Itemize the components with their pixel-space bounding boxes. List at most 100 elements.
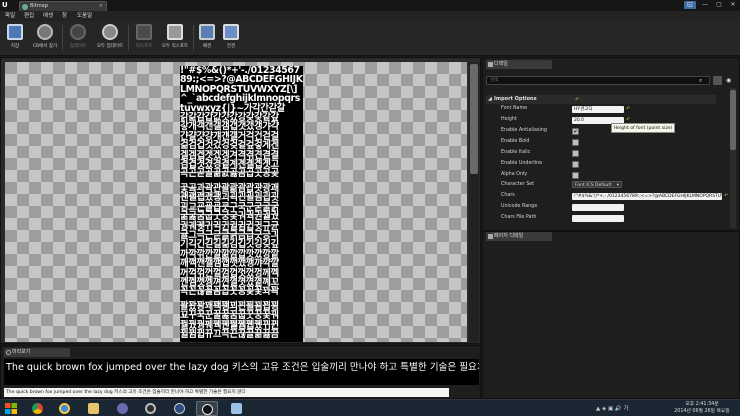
background-button[interactable]: 배경 — [196, 24, 218, 54]
export-button[interactable]: 익스포트 — [131, 24, 157, 54]
prop-label-enable-underline: Enable Underline — [501, 161, 543, 166]
details-tab-label: 디테일 — [494, 61, 508, 67]
toolbar-separator — [193, 25, 194, 51]
windows-taskbar: ▲ ◈ ▣ 🔊 가 오후 2:41:34분 2014년 06월 26일 목요일 — [0, 399, 740, 416]
page-details-tab-label: 페이지 디테일 — [494, 233, 524, 239]
preview-panel: 미리보기 The quick brown fox jumped over the… — [0, 345, 481, 399]
chars-file-path-input[interactable] — [572, 215, 624, 222]
font-asset-icon — [22, 4, 28, 10]
font-texture-viewport[interactable]: !"#$%&()*+'-./01234567 89:;<=>?@ABCDEFGHI… — [5, 62, 467, 342]
preview-text-input[interactable]: The quick brown fox jumped over the lazy… — [4, 388, 449, 397]
reset-arrow-icon[interactable]: ↶ — [626, 106, 630, 112]
viewport-scrollbar-thumb[interactable] — [470, 64, 478, 174]
menu-file[interactable]: 파일 — [5, 11, 15, 21]
search-icon[interactable]: ⌕ — [699, 77, 707, 84]
enable-bold-checkbox[interactable] — [572, 139, 579, 146]
character-set-value: Font ICS Default — [575, 183, 612, 188]
find-in-content-browser-button[interactable]: CB에서 찾기 — [30, 24, 60, 54]
import-options-category[interactable]: ◢ Import Options — [486, 95, 716, 104]
document-tab-title: Bitmap — [30, 3, 48, 9]
preview-tab-label: 미리보기 — [12, 349, 31, 355]
unreal-logo-icon: U — [2, 1, 8, 9]
menu-window[interactable]: 창 — [62, 11, 67, 21]
prop-label-enable-italic: Enable Italic — [501, 150, 531, 155]
toolbar-separator — [128, 25, 129, 51]
unreal-active-icon[interactable] — [196, 401, 218, 416]
page-details-panel: 페이지 디테일 — [482, 231, 740, 399]
menu-asset[interactable]: 애셋 — [43, 11, 53, 21]
app2-icon[interactable] — [140, 401, 162, 416]
menu-bar: 파일 편집 애셋 창 도움말 — [0, 11, 740, 21]
menu-edit[interactable]: 편집 — [24, 11, 34, 21]
font-texture-viewport-panel: !"#$%&()*+'-./01234567 89:;<=>?@ABCDEFGHI… — [0, 57, 481, 344]
close-button[interactable]: ✕ — [728, 1, 738, 9]
character-set-dropdown[interactable]: Font ICS Default ▾ — [572, 181, 622, 188]
notepad-icon[interactable] — [226, 401, 248, 416]
update-icon — [70, 24, 86, 40]
page-details-tab[interactable]: 페이지 디테일 — [486, 232, 552, 241]
font-atlas-texture: !"#$%&()*+'-./01234567 89:;<=>?@ABCDEFGHI… — [180, 66, 303, 342]
preview-tab-icon — [6, 350, 11, 355]
font-name-input[interactable]: HY견고딕 — [572, 106, 624, 113]
details-search-input[interactable]: 검색 — [486, 76, 710, 85]
details-tab-icon — [488, 62, 493, 67]
document-tab[interactable]: Bitmap × — [19, 1, 107, 11]
ie-icon[interactable] — [54, 401, 76, 416]
export-icon — [136, 24, 152, 40]
close-tab-icon[interactable]: × — [99, 2, 103, 11]
foreground-icon — [223, 24, 239, 40]
details-tab-icon — [488, 234, 493, 239]
unreal-icon[interactable] — [169, 401, 191, 416]
update-button[interactable]: 업데이트 — [65, 24, 91, 54]
details-tab[interactable]: 디테일 — [486, 60, 552, 69]
export-all-button[interactable]: 모두 익스포트 — [159, 24, 191, 54]
prop-label-unicode-range: Unicode Range — [501, 204, 538, 209]
clock-date: 2014년 06월 26일 목요일 — [674, 409, 730, 414]
unicode-range-input[interactable] — [572, 204, 624, 211]
tray-icon[interactable]: ◱ — [684, 1, 696, 9]
explorer-icon[interactable] — [83, 401, 105, 416]
update-all-button[interactable]: 모두 업데이트 — [94, 24, 126, 54]
eye-icon[interactable]: ◉ — [726, 76, 737, 85]
chars-input[interactable]: !"#$%&'()*+,-./0123456789:;<=>?@ABCDEFGH… — [572, 193, 722, 200]
reset-arrow-icon[interactable]: ↶ — [724, 193, 728, 199]
preview-rendered-text: The quick brown fox jumped over the lazy… — [4, 359, 479, 385]
toolbar: 저장 CB에서 찾기 업데이트 모두 업데이트 익스포트 모두 익스포트 배경 … — [0, 21, 740, 56]
prop-label-enable-antialiasing: Enable Antialiasing — [501, 128, 547, 133]
prop-label-chars-file-path: Chars File Path — [501, 215, 537, 220]
minimize-button[interactable]: — — [700, 1, 710, 9]
details-scrollbar-thumb[interactable] — [730, 90, 736, 150]
app-icon[interactable] — [112, 401, 134, 416]
grid-view-icon[interactable] — [713, 76, 722, 85]
update-all-icon — [102, 24, 118, 40]
toolbar-separator — [62, 25, 63, 51]
atlas-glyph-row: 곡곤곧골곪곬곯곰곱곳공곶 — [180, 168, 279, 180]
prop-label-height: Height — [501, 117, 517, 122]
export-all-icon — [167, 24, 183, 40]
chevron-down-icon: ▾ — [616, 183, 619, 188]
foreground-button[interactable]: 전경 — [220, 24, 242, 54]
atlas-glyph-row: 뀔뀜뀝뀨끄끅끈끊끌끎끓끔 — [180, 328, 279, 340]
reset-arrow-icon[interactable]: ↶ — [575, 97, 579, 103]
chrome-icon[interactable] — [27, 401, 49, 416]
save-button[interactable]: 저장 — [3, 24, 27, 54]
title-bar: U Bitmap × ◱ — ▢ ✕ — [0, 0, 740, 11]
enable-antialiasing-checkbox[interactable]: ✔ — [572, 128, 579, 135]
prop-label-alpha-only: Alpha Only — [501, 172, 528, 177]
clock[interactable]: 오후 2:41:34분 2014년 06월 26일 목요일 — [668, 401, 736, 416]
background-icon — [199, 24, 215, 40]
preview-tab[interactable]: 미리보기 — [4, 348, 70, 357]
menu-help[interactable]: 도움말 — [77, 11, 92, 21]
system-tray[interactable]: ▲ ◈ ▣ 🔊 가 — [596, 404, 666, 414]
windows-start-icon[interactable] — [4, 402, 18, 415]
prop-label-enable-bold: Enable Bold — [501, 139, 530, 144]
enable-underline-checkbox[interactable] — [572, 161, 579, 168]
details-panel: 디테일 검색 ⌕ ◉ ◢ Import Options ↶ Font Name … — [482, 57, 740, 231]
alpha-only-checkbox[interactable] — [572, 172, 579, 179]
save-icon — [7, 24, 23, 40]
enable-italic-checkbox[interactable] — [572, 150, 579, 157]
category-label: Import Options — [494, 96, 537, 102]
maximize-button[interactable]: ▢ — [714, 1, 724, 9]
prop-label-character-set: Character Set — [501, 182, 535, 187]
collapse-triangle-icon: ◢ — [488, 96, 492, 102]
